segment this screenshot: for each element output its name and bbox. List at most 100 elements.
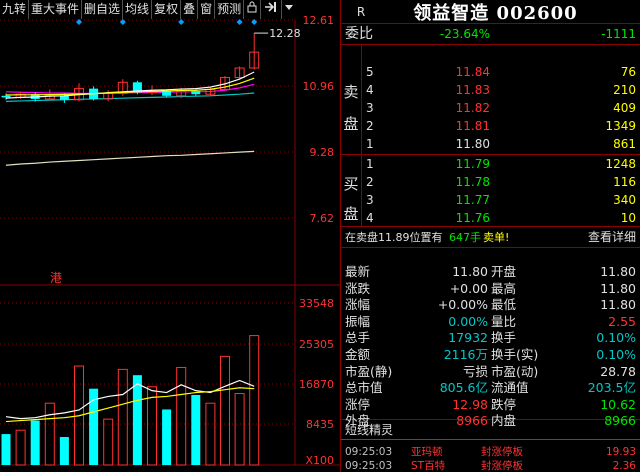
big-order-sell: 卖单! [483,231,510,244]
sprite-stock-name: ST百特 [411,459,446,472]
level-volume: 210 [613,83,636,97]
stat-label: 总市值 [345,380,383,396]
sell-level-4[interactable]: 4 11.83 210 [362,81,640,99]
sell-label-1: 卖 [343,83,359,101]
stat-label: 涨跌 [345,280,371,296]
stat-label: 跌停 [491,396,517,412]
quote-panel: R 领益智造 002600 委比 -23.64% -1111 卖 盘 5 11.8… [340,0,640,472]
stock-title: 领益智造 002600 [413,2,578,24]
level-index: 3 [366,101,374,115]
level-volume: 116 [613,175,636,189]
stat-value: 11.80 [600,264,636,279]
stat-label: 涨停 [345,396,371,412]
buy-level-4[interactable]: 4 11.76 10 [362,209,640,227]
stat-label: 最低 [491,297,517,313]
big-order-alert[interactable]: 在卖盘11.89位置有 647手 卖单! 查看详细 [341,227,640,248]
stat-label: 外盘 [345,413,371,429]
r-marker[interactable]: R [341,5,381,19]
kline-chart-area[interactable]: 九转 重大事件 删自选 均线 复权 叠 窗 预测 12.61 10.96 9.28 7… [0,0,340,472]
sprite-item[interactable]: 09:25:03 亚玛顿 封涨停板 19.93 [341,446,640,460]
stat-value: 11.80 [600,297,636,313]
sprite-item[interactable]: 09:25:03 ST百特 封涨停板 2.36 [341,460,640,472]
stat-value: 805.6亿 [439,380,488,396]
level-volume: 10 [620,211,636,225]
sell-level-1[interactable]: 1 11.80 861 [362,135,640,153]
event-diamond-icon [236,19,243,25]
stats-table: 最新 11.80 开盘 11.80 涨跌 +0.00 最高 11.80 涨幅 +0.00% 最低 11… [341,248,640,428]
level-index: 5 [366,65,374,79]
stat-value: 11.80 [452,264,488,279]
high-price-label: 12.28 [269,27,301,40]
candle-body [191,91,201,95]
volume-tick-label: 8435 [306,418,334,431]
volume-bar [103,418,114,466]
weibi-label: 委比 [345,26,373,42]
level-index: 3 [366,193,374,207]
quote-title-bar: R 领益智造 002600 [341,0,640,24]
stat-value: 11.80 [600,280,636,296]
buy-level-3[interactable]: 3 11.77 340 [362,191,640,209]
stats-row: 外盘 8966 内盘 8966 [341,413,640,430]
stat-value: +0.00 [449,280,488,296]
sprite-value: 19.93 [605,446,636,458]
level-price: 11.82 [455,101,490,115]
price-tick-label: 10.96 [303,80,335,93]
stat-value: +0.00% [437,297,488,313]
stat-value: 亏损 [462,363,488,379]
level-price: 11.79 [455,157,490,171]
sell-level-2[interactable]: 2 11.81 1349 [362,117,640,135]
sprite-value: 2.36 [612,459,636,472]
view-detail-link[interactable]: 查看详细 [588,227,636,248]
kline-svg: 12.61 10.96 9.28 7.62 33548 25305 16870 8435 X10… [0,14,340,467]
buy-label-1: 买 [343,175,359,193]
volume-bar [205,402,216,466]
candle-body [162,91,172,96]
stat-value: 2116万 [443,346,488,362]
stat-label: 金额 [345,346,371,362]
level-price: 11.80 [455,137,490,151]
stats-row: 金额 2116万 换手(实) 0.10% [341,347,640,364]
stats-row: 总市值 805.6亿 流通值 203.5亿 [341,380,640,397]
volume-tick-label: 25305 [299,338,334,351]
stat-value: 10.62 [600,396,636,412]
level-index: 2 [366,175,374,189]
hk-connect-label: 港 [50,271,62,285]
big-order-text: 在卖盘11.89位置有 [345,231,443,244]
sprite-stock-name: 亚玛顿 [411,446,443,458]
stats-row: 涨停 12.98 跌停 10.62 [341,397,640,414]
stat-label: 最高 [491,280,517,296]
buy-level-1[interactable]: 1 11.79 1248 [362,155,640,173]
sell-level-3[interactable]: 3 11.82 409 [362,99,640,117]
stat-label: 换手(实) [491,346,539,362]
stats-row: 涨幅 +0.00% 最低 11.80 [341,297,640,314]
weibi-row: 委比 -23.64% -1111 [341,24,640,45]
stat-value: 12.98 [452,396,488,412]
sprite-event: 封涨停板 [481,459,523,472]
level-index: 1 [366,157,374,171]
level-volume: 1349 [605,119,636,133]
level-price: 11.83 [455,83,490,97]
sell-label-2: 盘 [343,115,359,133]
stats-row: 振幅 0.00% 量比 2.55 [341,314,640,331]
stat-label: 市盈(静) [345,363,393,379]
level-volume: 340 [613,193,636,207]
level-price: 11.76 [455,211,490,225]
volume-bar [1,434,11,465]
level-volume: 861 [613,137,636,151]
stat-value: 2.55 [608,313,636,329]
stat-label: 流通值 [491,380,529,396]
sprite-time: 09:25:03 [345,459,393,472]
stats-row: 总手 17932 换手 0.10% [341,330,640,347]
level-index: 4 [366,83,374,97]
stat-value: 17932 [448,330,488,346]
price-tick-label: 7.62 [310,212,335,225]
level-index: 4 [366,211,374,225]
price-tick-label: 9.28 [310,146,335,159]
sell-level-5[interactable]: 5 11.84 76 [362,63,640,81]
stat-value: 28.78 [600,363,636,379]
weibi-diff: -1111 [601,27,636,41]
volume-tick-label: 16870 [299,378,334,391]
buy-level-2[interactable]: 2 11.78 116 [362,173,640,191]
stat-label: 市盈(动) [491,363,539,379]
short-term-sprite-list: 09:25:03 亚玛顿 封涨停板 19.93 09:25:03 ST百特 封涨停板 2.36… [341,440,640,472]
